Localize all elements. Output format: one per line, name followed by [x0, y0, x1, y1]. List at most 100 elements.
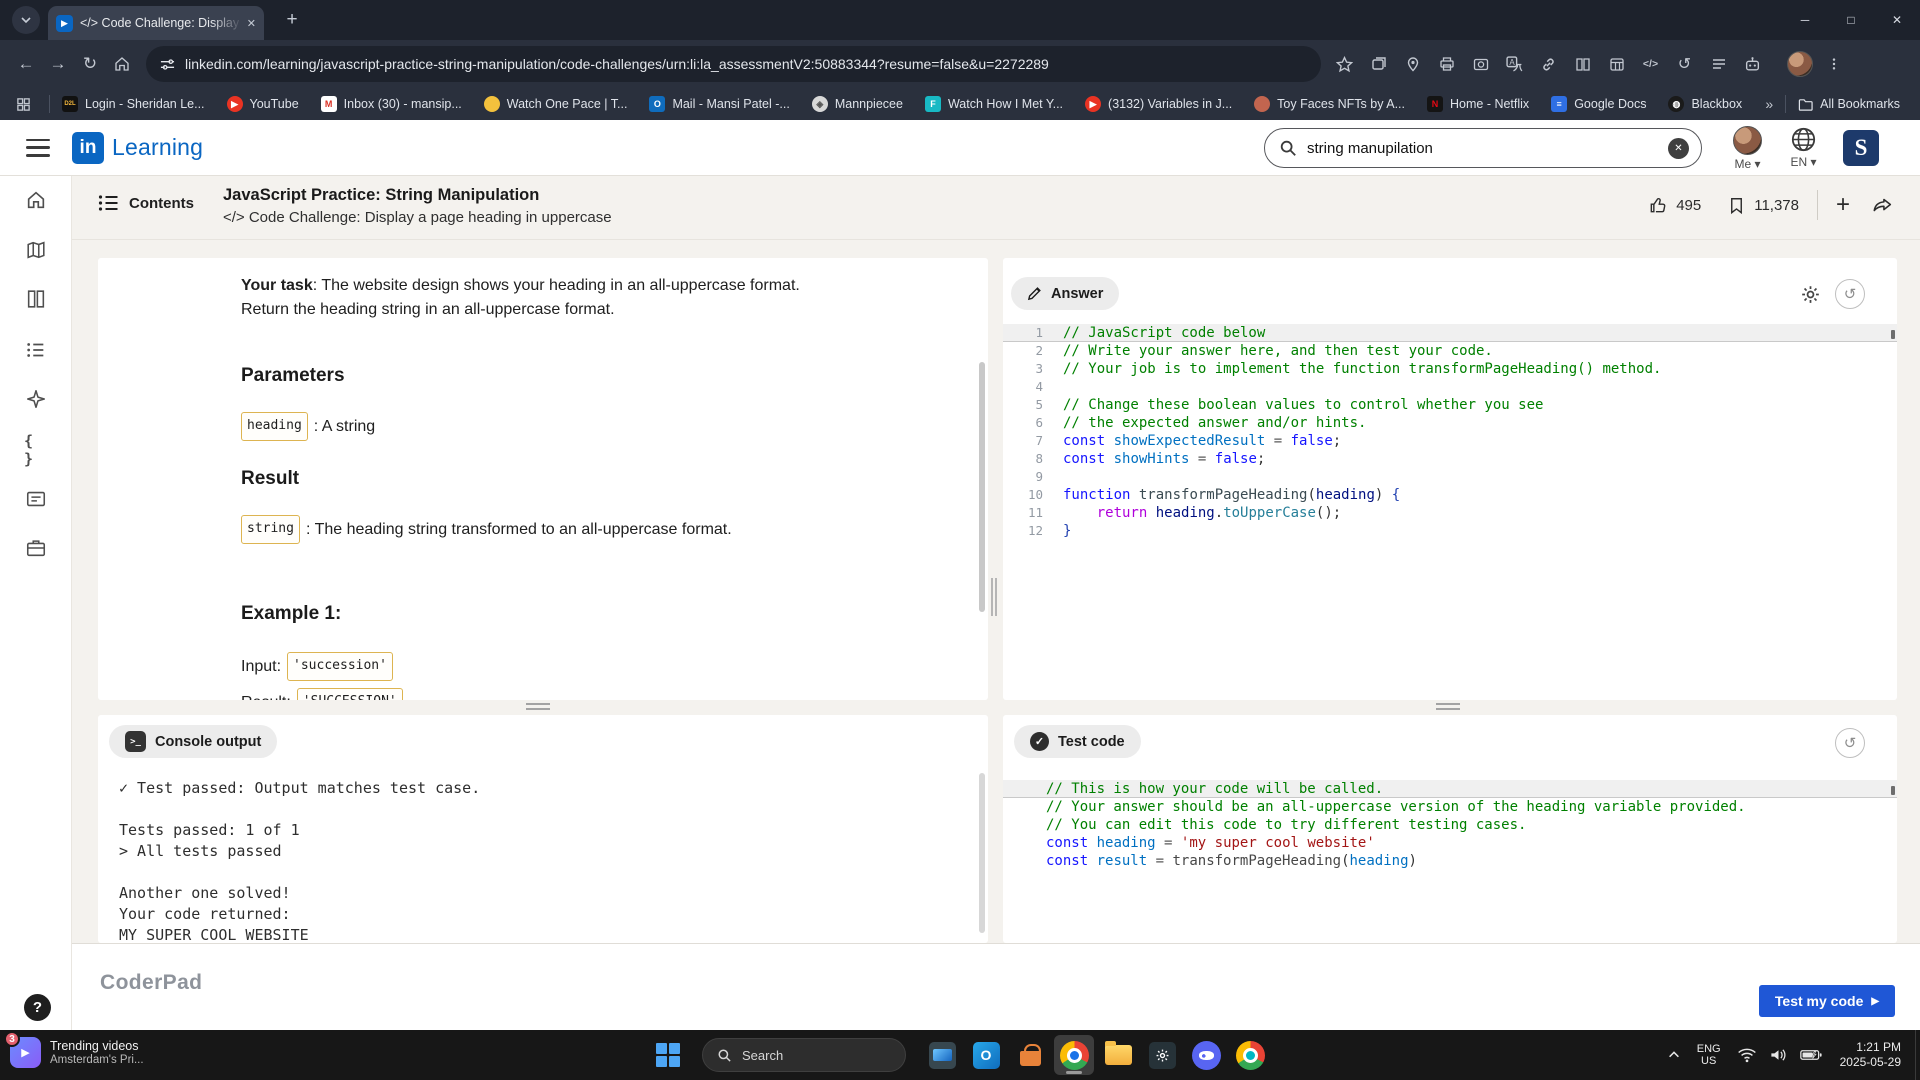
home-button[interactable]	[106, 48, 138, 80]
bookmark-item[interactable]: MInbox (30) - mansip...	[321, 96, 462, 112]
code-line[interactable]: 3// Your job is to implement the functio…	[1003, 360, 1897, 378]
all-bookmarks-button[interactable]: All Bookmarks	[1798, 97, 1900, 112]
school-app-badge[interactable]: S	[1843, 130, 1879, 166]
taskbar-search[interactable]: Search	[702, 1038, 906, 1072]
clock[interactable]: 1:21 PM 2025-05-29	[1840, 1040, 1901, 1071]
code-line[interactable]: 1// JavaScript code below	[1003, 324, 1897, 342]
minimize-button[interactable]: ─	[1782, 0, 1828, 40]
volume-icon[interactable]	[1769, 1047, 1788, 1063]
close-button[interactable]: ✕	[1874, 0, 1920, 40]
maximize-button[interactable]: □	[1828, 0, 1874, 40]
code-line[interactable]: 8const showHints = false;	[1003, 450, 1897, 468]
bookmark-item[interactable]: ≡Google Docs	[1551, 96, 1646, 112]
add-button[interactable]: +	[1836, 191, 1850, 219]
code-line[interactable]: 7const showExpectedResult = false;	[1003, 432, 1897, 450]
reset-answer-button[interactable]: ↺	[1835, 279, 1865, 309]
printer-icon[interactable]	[1433, 51, 1460, 78]
wifi-icon[interactable]	[1737, 1047, 1757, 1063]
taskbar-file-explorer[interactable]	[1098, 1035, 1138, 1075]
browser-profile-avatar[interactable]	[1787, 51, 1813, 77]
code-line[interactable]: 6// the expected answer and/or hints.	[1003, 414, 1897, 432]
browser-tab[interactable]: ▶ </> Code Challenge: Display a ✕	[48, 6, 264, 40]
horizontal-splitter-left[interactable]	[526, 703, 550, 710]
sidebar-item-home[interactable]	[24, 188, 48, 212]
bookmark-item[interactable]: ◈Mannpiecee	[812, 96, 903, 112]
search-bar[interactable]: ✕	[1264, 128, 1702, 168]
browser-menu-icon[interactable]	[1820, 51, 1847, 78]
like-icon[interactable]	[1648, 195, 1668, 215]
bookmark-item[interactable]: ▶YouTube	[227, 96, 299, 112]
reload-button[interactable]: ↻	[74, 48, 106, 80]
editor-settings-button[interactable]	[1800, 284, 1821, 305]
bookmarks-overflow-icon[interactable]: »	[1765, 96, 1773, 112]
tray-chevron-icon[interactable]	[1667, 1048, 1681, 1062]
screenshot-icon[interactable]	[1467, 51, 1494, 78]
sidebar-item-ai[interactable]	[24, 387, 48, 411]
sidebar-item-my-learning[interactable]	[24, 338, 48, 362]
forward-button[interactable]: →	[42, 48, 74, 80]
contents-button[interactable]: Contents	[98, 194, 194, 212]
code-line[interactable]: 2// Write your answer here, and then tes…	[1003, 342, 1897, 360]
taskbar-settings-app[interactable]	[1142, 1035, 1182, 1075]
language-menu[interactable]: EN ▾	[1790, 126, 1817, 169]
console-scrollbar[interactable]	[979, 773, 985, 933]
answer-code-editor[interactable]: 1// JavaScript code below2// Write your …	[1003, 324, 1897, 540]
task-scrollbar[interactable]	[979, 362, 985, 612]
start-button[interactable]	[656, 1043, 681, 1068]
reading-list-icon[interactable]	[1569, 51, 1596, 78]
code-line[interactable]: const heading = 'my super cool website'	[1003, 834, 1897, 852]
bookmark-item[interactable]: Toy Faces NFTs by A...	[1254, 96, 1405, 112]
url-bar[interactable]: linkedin.com/learning/javascript-practic…	[146, 46, 1321, 82]
sidebar-item-certificates[interactable]	[24, 487, 48, 511]
bookmark-item[interactable]: ▶(3132) Variables in J...	[1085, 96, 1232, 112]
extension-bot-icon[interactable]	[1739, 51, 1766, 78]
location-pin-icon[interactable]	[1399, 51, 1426, 78]
input-language-indicator[interactable]: ENGUS	[1697, 1043, 1721, 1068]
code-line[interactable]: // You can edit this code to try differe…	[1003, 816, 1897, 834]
bookmark-item[interactable]: FWatch How I Met Y...	[925, 96, 1063, 112]
code-line[interactable]: 12}	[1003, 522, 1897, 540]
tab-search-button[interactable]	[12, 6, 40, 34]
code-line[interactable]: const result = transformPageHeading(head…	[1003, 852, 1897, 870]
code-line[interactable]: 4	[1003, 378, 1897, 396]
link-icon[interactable]	[1535, 51, 1562, 78]
hamburger-menu-icon[interactable]	[26, 139, 50, 157]
horizontal-splitter-right[interactable]	[1436, 703, 1460, 710]
site-settings-icon[interactable]	[160, 57, 175, 72]
taskbar-chrome-app[interactable]	[1054, 1035, 1094, 1075]
taskbar-browser-profile-app[interactable]	[1230, 1035, 1270, 1075]
sidebar-item-code-challenges[interactable]: { }	[24, 438, 48, 462]
help-button[interactable]: ?	[24, 994, 51, 1021]
me-menu[interactable]: Me ▾	[1733, 126, 1762, 171]
code-line[interactable]: // This is how your code will be called.	[1003, 780, 1897, 798]
tab-collections-icon[interactable]	[1365, 51, 1392, 78]
answer-tab[interactable]: Answer	[1011, 277, 1119, 310]
code-line[interactable]: // Your answer should be an all-uppercas…	[1003, 798, 1897, 816]
new-tab-button[interactable]: +	[278, 6, 306, 34]
show-desktop-button[interactable]	[1915, 1030, 1920, 1080]
code-line[interactable]: 10function transformPageHeading(heading)…	[1003, 486, 1897, 504]
test-my-code-button[interactable]: Test my code ▶	[1759, 985, 1895, 1017]
search-input[interactable]	[1307, 140, 1668, 157]
reset-test-code-button[interactable]: ↺	[1835, 728, 1865, 758]
bookmark-item[interactable]: D2LLogin - Sheridan Le...	[62, 96, 205, 112]
history-icon[interactable]: ↺	[1671, 51, 1698, 78]
sidebar-item-library[interactable]	[24, 287, 48, 311]
vertical-splitter[interactable]	[991, 578, 997, 616]
battery-icon[interactable]	[1800, 1048, 1822, 1062]
test-code-editor[interactable]: // This is how your code will be called.…	[1003, 780, 1897, 870]
share-icon[interactable]	[1872, 194, 1894, 216]
test-code-tab[interactable]: ✓ Test code	[1014, 725, 1141, 758]
sidebar-item-explore[interactable]	[24, 238, 48, 262]
taskbar-discord-app[interactable]	[1186, 1035, 1226, 1075]
code-line[interactable]: 5// Change these boolean values to contr…	[1003, 396, 1897, 414]
back-button[interactable]: ←	[10, 48, 42, 80]
apps-grid-icon[interactable]	[10, 91, 37, 118]
bookmark-icon[interactable]	[1727, 196, 1746, 215]
bookmark-item[interactable]: ◍Blackbox	[1668, 96, 1742, 112]
taskbar-photos-app[interactable]	[922, 1035, 962, 1075]
tab-close-icon[interactable]: ✕	[247, 17, 256, 30]
code-line[interactable]: 11 return heading.toUpperCase();	[1003, 504, 1897, 522]
widgets-button[interactable]: ▶ 3 Trending videos Amsterdam's Pri...	[10, 1037, 144, 1068]
bookmark-star-icon[interactable]	[1331, 51, 1358, 78]
